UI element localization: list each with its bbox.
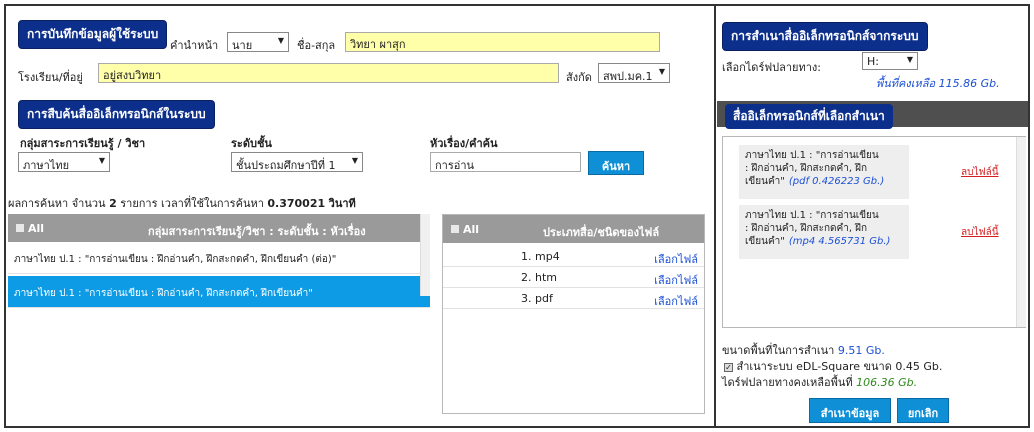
selected-media-scrollbar[interactable] — [1016, 137, 1026, 327]
affiliation-value: สพป.มค.1 — [603, 70, 653, 83]
selected-media-title: สื่ออิเล็กทรอนิกส์ที่เลือกสำเนา — [725, 104, 893, 129]
subject-label: กลุ่มสาระการเรียนรู้ / วิชา — [20, 137, 146, 150]
file-type-row: 2. htm เลือกไฟล์ — [443, 267, 704, 288]
school-field[interactable]: อยู่สงบวิทยา — [98, 63, 559, 83]
cancel-button[interactable]: ยกเลิก — [897, 398, 949, 423]
select-all-files-checkbox[interactable] — [451, 225, 459, 233]
item-text-end: เขียนคำ" — [745, 176, 785, 187]
results-table: All กลุ่มสาระการเรียนรู้/วิชา : ระดับชั้… — [8, 214, 430, 414]
remaining-label: ไดร์ฟปลายทางคงเหลือพื้นที่ — [722, 376, 853, 389]
chevron-down-icon: ▼ — [98, 156, 105, 165]
item-file-info: (pdf 0.426223 Gb.) — [788, 176, 885, 187]
results-header-label: กลุ่มสาระการเรียนรู้/วิชา : ระดับชั้น : … — [148, 225, 366, 238]
file-type-label: 3. pdf — [521, 292, 553, 305]
table-row[interactable]: ภาษาไทย ป.1 : "การอ่านเขียน : ฝึกอ่านคำ,… — [8, 276, 430, 308]
panel-divider — [714, 4, 716, 428]
results-table-header: All กลุ่มสาระการเรียนรู้/วิชา : ระดับชั้… — [8, 214, 430, 242]
remaining-value: 106.36 Gb. — [856, 376, 918, 389]
search-section-title: การสืบค้นสื่ออิเล็กทรอนิกส์ในระบบ — [18, 100, 215, 129]
select-all-files-label: All — [463, 223, 480, 236]
copy-size-label: ขนาดพื้นที่ในการสำเนา — [722, 344, 835, 357]
selected-media-item: ภาษาไทย ป.1 : "การอ่านเขียน : ฝึกอ่านคำ, … — [739, 205, 909, 259]
prefix-value: นาย — [232, 39, 253, 52]
keyword-input[interactable]: การอ่าน — [430, 152, 581, 172]
affiliation-label: สังกัด — [566, 71, 592, 84]
subject-value: ภาษาไทย — [23, 159, 70, 172]
affiliation-select[interactable]: สพป.มค.1 ▼ — [598, 63, 670, 83]
chevron-down-icon: ▼ — [277, 36, 284, 45]
item-text-line: : ฝึกอ่านคำ, ฝึกสะกดคำ, ฝึก — [745, 163, 868, 174]
item-text-line: ภาษาไทย ป.1 : "การอ่านเขียน — [745, 210, 879, 221]
copy-size-value: 9.51 Gb. — [837, 344, 885, 357]
item-text-end: เขียนคำ" — [745, 236, 785, 247]
result-mid: รายการ เวลาที่ใช้ในการค้นหา — [120, 197, 264, 210]
select-all-checkbox[interactable] — [16, 224, 24, 232]
files-table: All ประเภทสื่อ/ชนิดของไฟล์ 1. mp4 เลือกไฟ… — [442, 214, 705, 414]
file-type-row: 3. pdf เลือกไฟล์ — [443, 288, 704, 309]
name-field[interactable]: วิทยา ผาสุก — [345, 32, 660, 52]
drive-value: H: — [867, 55, 879, 68]
file-type-row: 1. mp4 เลือกไฟล์ — [443, 246, 704, 267]
drive-space-left: พื้นที่คงเหลือ 115.86 Gb. — [876, 77, 1000, 90]
table-row[interactable]: ภาษาไทย ป.1 : "การอ่านเขียน : ฝึกอ่านคำ,… — [8, 242, 430, 274]
prefix-select[interactable]: นาย ▼ — [227, 32, 289, 52]
drive-select[interactable]: H: ▼ — [862, 52, 918, 70]
search-button[interactable]: ค้นหา — [588, 151, 644, 175]
chevron-down-icon: ▼ — [906, 55, 913, 64]
system-copy-checkbox[interactable]: ✓ — [724, 362, 733, 372]
chevron-down-icon: ▼ — [658, 67, 665, 76]
copy-button[interactable]: สำเนาข้อมูล — [809, 398, 891, 423]
chevron-down-icon: ▼ — [351, 156, 358, 165]
result-time: 0.370021 — [267, 197, 326, 210]
prefix-label: คำนำหน้า — [170, 39, 219, 52]
subject-select[interactable]: ภาษาไทย ▼ — [18, 152, 110, 172]
system-copy-label: สำเนาระบบ eDL-Square ขนาด 0.45 Gb. — [736, 360, 943, 373]
search-result-summary: ผลการค้นหา จำนวน 2 รายการ เวลาที่ใช้ในกา… — [8, 194, 356, 212]
keyword-label: หัวเรื่อง/คำค้น — [430, 137, 498, 150]
file-type-label: 2. htm — [521, 271, 557, 284]
results-scrollbar[interactable] — [420, 214, 430, 296]
delete-file-link[interactable]: ลบไฟล์นี้ — [961, 225, 999, 240]
user-form-title: การบันทึกข้อมูลผู้ใช้ระบบ — [18, 20, 168, 49]
level-select[interactable]: ชั้นประถมศึกษาปีที่ 1 ▼ — [231, 152, 363, 172]
result-prefix: ผลการค้นหา จำนวน — [8, 197, 106, 210]
item-text-line: : ฝึกอ่านคำ, ฝึกสะกดคำ, ฝึก — [745, 223, 868, 234]
remaining-line: ไดร์ฟปลายทางคงเหลือพื้นที่ 106.36 Gb. — [722, 373, 917, 391]
item-file-info: (mp4 4.565731 Gb.) — [788, 236, 891, 247]
name-label: ชื่อ-สกุล — [297, 39, 336, 52]
item-text-line: ภาษาไทย ป.1 : "การอ่านเขียน — [745, 150, 879, 161]
select-file-link[interactable]: เลือกไฟล์ — [654, 292, 698, 308]
file-type-label: 1. mp4 — [521, 250, 560, 263]
files-table-header: All ประเภทสื่อ/ชนิดของไฟล์ — [443, 215, 704, 243]
selected-media-item: ภาษาไทย ป.1 : "การอ่านเขียน : ฝึกอ่านคำ, … — [739, 145, 909, 199]
select-file-link[interactable]: เลือกไฟล์ — [654, 271, 698, 287]
selected-media-list: ภาษาไทย ป.1 : "การอ่านเขียน : ฝึกอ่านคำ, … — [722, 136, 1026, 328]
drive-label: เลือกไดร์ฟปลายทาง: — [722, 61, 821, 74]
files-header-label: ประเภทสื่อ/ชนิดของไฟล์ — [543, 226, 660, 239]
result-count: 2 — [109, 197, 117, 210]
school-label: โรงเรียน/ที่อยู่ — [18, 71, 83, 84]
select-all-label: All — [28, 222, 45, 235]
level-value: ชั้นประถมศึกษาปีที่ 1 — [236, 159, 336, 172]
selected-media-header: สื่ออิเล็กทรอนิกส์ที่เลือกสำเนา — [717, 101, 1028, 129]
item-text-line: เขียนคำ" (mp4 4.565731 Gb.) — [745, 235, 903, 248]
delete-file-link[interactable]: ลบไฟล์นี้ — [961, 165, 999, 180]
level-label: ระดับชั้น — [231, 137, 272, 150]
item-text-line: เขียนคำ" (pdf 0.426223 Gb.) — [745, 175, 903, 188]
copy-panel-title: การสำเนาสื่ออิเล็กทรอนิกส์จากระบบ — [722, 22, 928, 51]
select-file-link[interactable]: เลือกไฟล์ — [654, 250, 698, 266]
result-unit: วินาที — [328, 197, 356, 210]
